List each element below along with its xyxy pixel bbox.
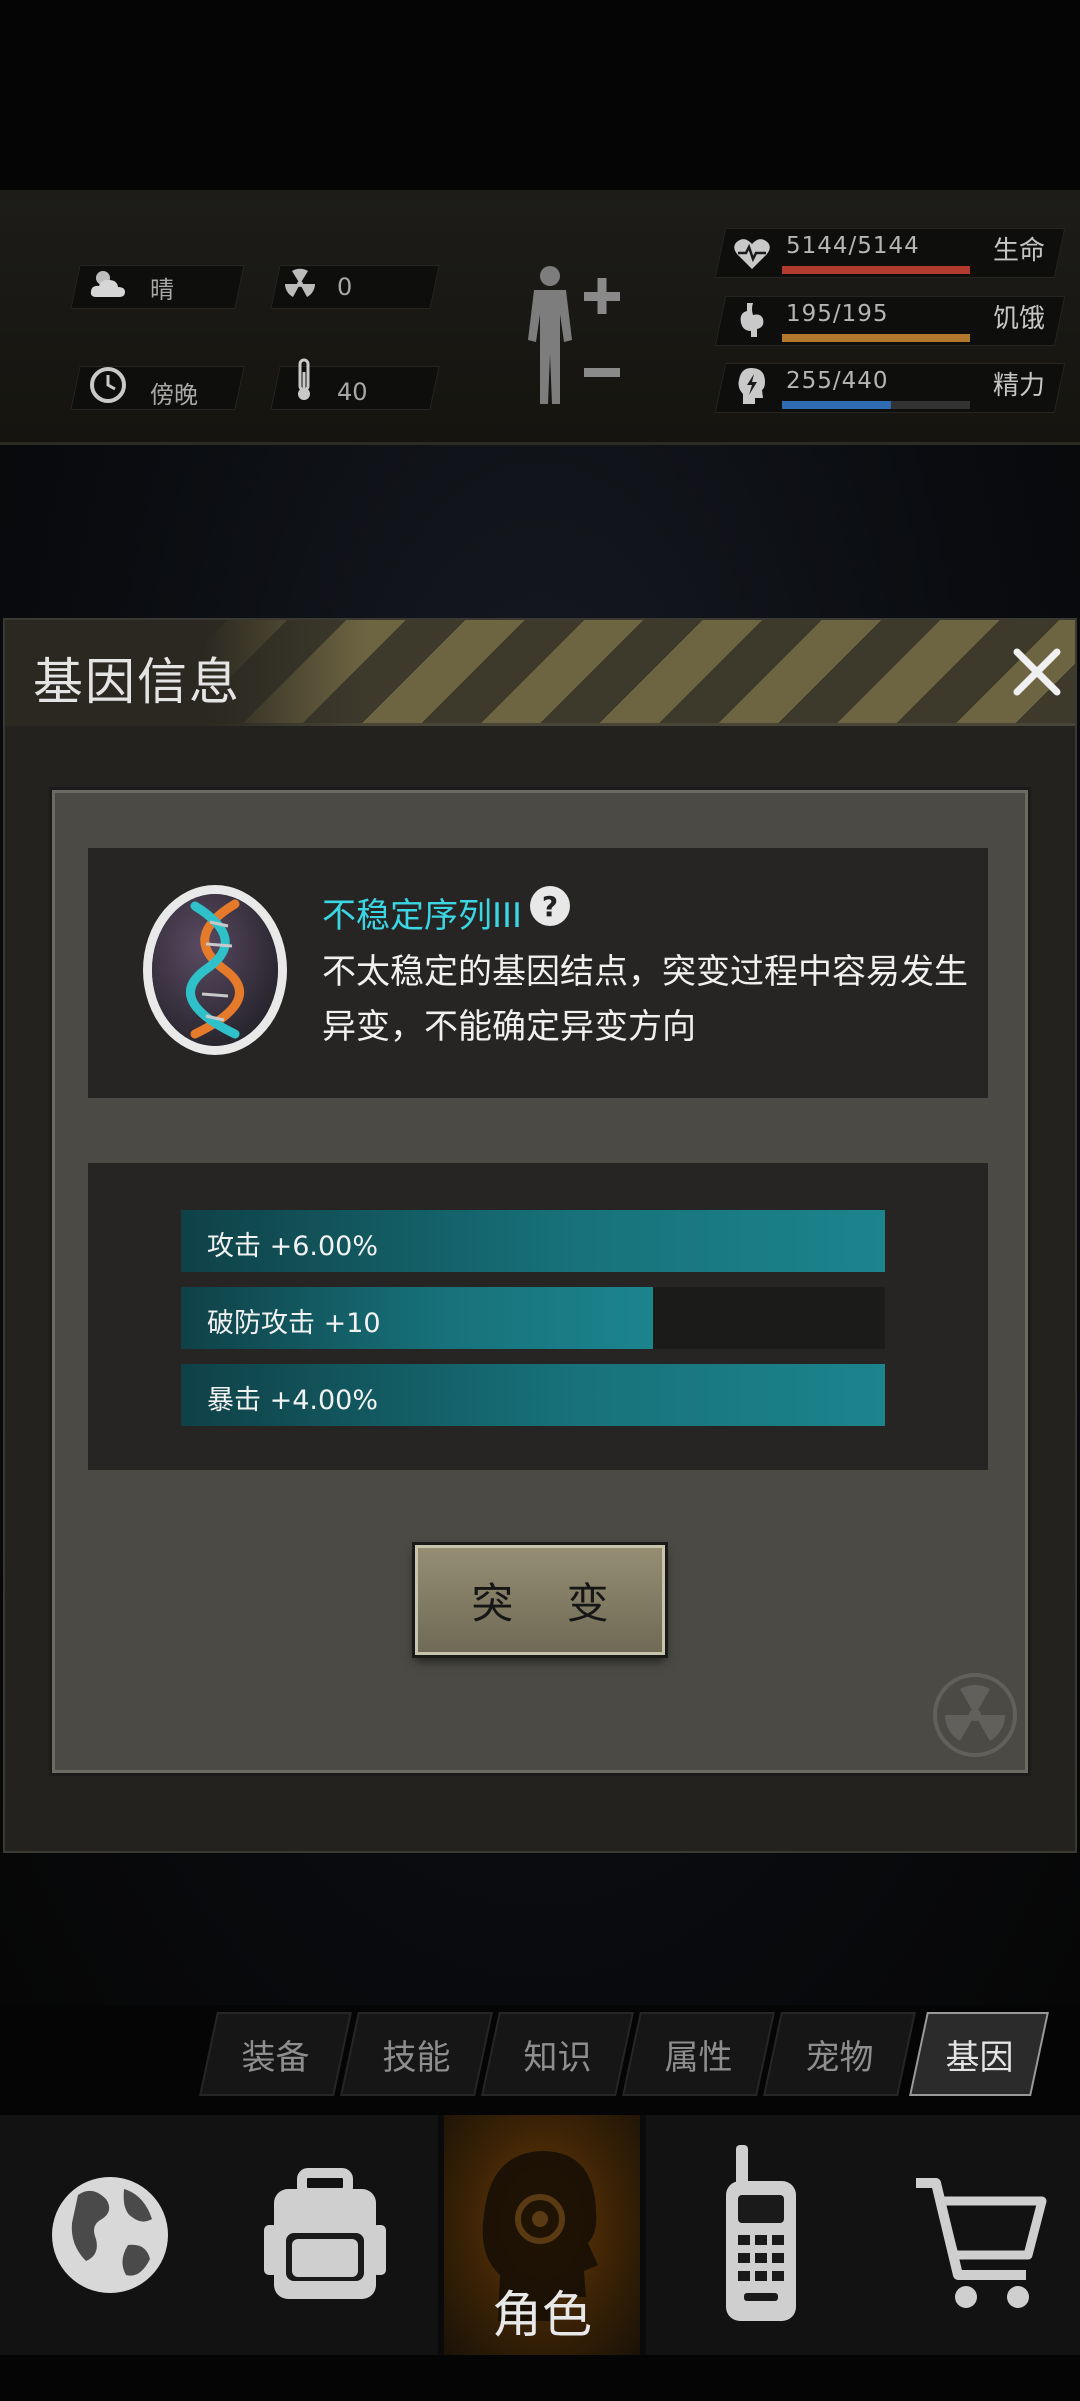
energy-head-icon [732,366,772,406]
radiation-watermark-icon [933,1673,1017,1757]
attribute-label: 攻击 +6.00% [207,1231,378,1262]
hunger-label: 饥饿 [993,304,1046,334]
body-status-icon[interactable] [520,262,630,412]
clock-icon [88,365,128,405]
energy-bar-fill [782,401,892,409]
attribute-bar: 破防攻击 +10 [181,1287,885,1349]
gene-name: 不稳定序列III [322,896,523,936]
tab-attributes-label: 属性 [664,2038,733,2078]
nav-character-label: 角色 [492,2286,592,2344]
tab-equipment-label: 装备 [241,2038,310,2078]
radiation-value: 0 [337,273,353,301]
mutate-button-label: 突 变 [471,1578,629,1628]
dna-icon [143,885,287,1055]
weather-label: 晴 [150,275,174,304]
thermometer-icon [284,358,324,400]
close-icon[interactable] [1005,640,1069,704]
walkie-talkie-icon[interactable] [710,2115,810,2355]
heart-pulse-icon [732,234,772,274]
nav-divider [640,2115,646,2355]
mutate-button[interactable]: 突 变 [415,1545,665,1655]
help-icon[interactable]: ? [530,886,570,926]
shopping-cart-icon[interactable] [910,2115,1050,2355]
attribute-label: 暴击 +4.00% [207,1385,378,1416]
cloud-sun-icon [88,264,128,304]
globe-icon[interactable] [40,2115,180,2355]
health-bar-fill [782,266,970,274]
health-value: 5144/5144 [786,233,920,259]
stomach-icon [732,300,772,340]
energy-label: 精力 [993,371,1046,401]
backpack-icon[interactable] [260,2115,390,2355]
energy-bar [782,401,970,409]
attribute-bar: 暴击 +4.00% [181,1364,885,1426]
dialog-title: 基因信息 [33,653,241,711]
energy-value: 255/440 [786,368,889,394]
health-bar [782,266,970,274]
radiation-icon [280,264,320,304]
tab-genes-label: 基因 [945,2038,1014,2078]
hunger-value: 195/195 [786,301,889,327]
gene-description: 不太稳定的基因结点，突变过程中容易发生异变，不能确定异变方向 [322,952,968,1047]
tab-knowledge-label: 知识 [523,2038,592,2078]
time-label: 傍晚 [150,380,198,409]
health-label: 生命 [993,236,1046,266]
attribute-bar: 攻击 +6.00% [181,1210,885,1272]
tab-skills-label: 技能 [382,2038,451,2078]
hunger-bar-fill [782,334,970,342]
attribute-label: 破防攻击 +10 [207,1308,381,1339]
hunger-bar [782,334,970,342]
tab-pets-label: 宠物 [805,2038,874,2078]
temperature-value: 40 [337,378,368,406]
dialog-header: 基因信息 [5,620,1075,726]
